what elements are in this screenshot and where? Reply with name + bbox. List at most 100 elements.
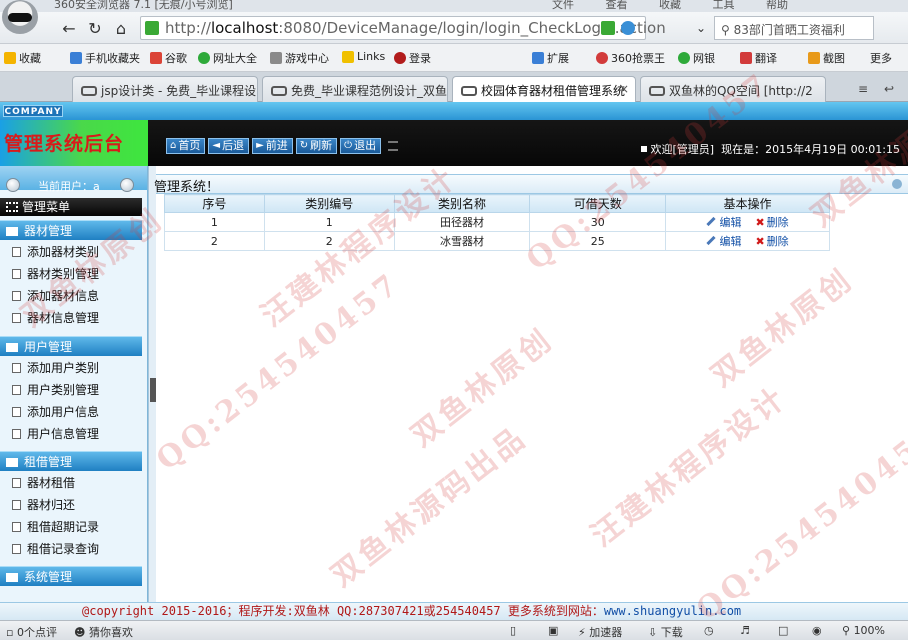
group-equipment[interactable]: 器材管理 [0,220,142,240]
os-title-bar: 360安全浏览器 7.1 [无痕/小号浏览] 文件 查看 收藏 工具 帮助 [0,0,908,12]
document-icon [12,247,21,257]
bookmark-item[interactable]: Links [342,50,385,63]
compat-mode-icon[interactable] [621,21,635,35]
sidebar-item-equipment-category-manage[interactable]: 器材类别管理 [0,263,142,285]
footer-site-link[interactable]: www.shuangyulin.com [604,604,741,618]
gamepad-icon [270,52,282,64]
tab-menu-icon[interactable]: ≡ [858,82,868,96]
document-icon [12,478,21,488]
bookmark-item[interactable]: 网址大全 [198,50,257,66]
logout-button[interactable]: ⏻ 退出 [340,138,382,154]
bookmark-item[interactable]: 手机收藏夹 [70,50,140,66]
window-icon[interactable]: □ [778,624,788,637]
cell-code: 1 [263,212,395,232]
browser-tab[interactable]: 免费_毕业课程范例设计_双鱼 [262,76,448,102]
address-url[interactable]: http://localhost:8080/DeviceManage/login… [165,19,666,37]
back-arrow-icon[interactable]: ← [58,17,80,39]
zoom-level[interactable]: ⚲ 100% [842,624,885,637]
sidebar-item-user-category-manage[interactable]: 用户类别管理 [0,379,142,401]
delete-x-icon: ✖ [755,216,765,229]
sidebar-item-overdue-records[interactable]: 租借超期记录 [0,516,142,538]
bookmark-item[interactable]: 网银 [678,50,715,66]
document-icon [12,313,21,323]
browser-status-bar: ▫ 0个点评 ☻ 猜你喜欢 ▯ ▣ ⚡ 加速器 ⇩ 下载 ◷ ♬ □ ◉ ⚲ 1… [0,620,908,640]
browser-menu: 文件 查看 收藏 工具 帮助 [552,0,788,11]
group-system[interactable]: 系统管理 [0,566,142,586]
guess-you-like[interactable]: ☻ 猜你喜欢 [74,624,133,640]
cell-name: 田径器材 [393,212,531,232]
refresh-icon: ↻ [299,140,309,151]
mobile-icon[interactable]: ▣ [548,624,558,637]
group-users[interactable]: 用户管理 [0,336,142,356]
google-icon [150,52,162,64]
sidebar-splitter[interactable] [148,166,156,602]
bookmark-item[interactable]: 更多 [870,50,892,66]
browser-tab[interactable]: jsp设计类 - 免费_毕业课程设 [72,76,258,102]
sound-icon[interactable]: ♬ [740,624,750,637]
page-icon [649,86,665,96]
translate-icon [740,52,752,64]
bookmark-item[interactable]: 谷歌 [150,50,187,66]
document-icon [12,385,21,395]
right-arrow-icon: ► [256,140,264,151]
group-icon [6,573,18,582]
home-button[interactable]: ⌂ 首页 [166,138,206,154]
bookmark-item[interactable]: 翻译 [740,50,777,66]
logo-area: 管理系统后台 [0,120,148,166]
edit-link[interactable]: 编辑 [719,216,741,229]
breadcrumb: 管理系统！ [154,174,908,195]
refresh-icon[interactable]: ↻ [84,17,106,39]
pencil-icon [706,235,717,246]
bookmark-item[interactable]: 登录 [394,50,431,66]
group-icon [6,458,18,467]
power-icon: ⏻ [344,140,353,151]
forward-button[interactable]: ► 前进 [252,138,293,154]
home-icon[interactable]: ⌂ [110,17,132,39]
browser-tab[interactable]: 双鱼林的QQ空间 [http://2 [640,76,826,102]
document-icon [12,522,21,532]
qr-icon[interactable] [601,21,615,35]
table-row: 1 1 田径器材 30 编辑 ✖ 删除 [164,212,830,232]
sidebar-item-equipment-manage[interactable]: 器材信息管理 [0,307,142,329]
scroll-up-icon[interactable] [892,179,902,189]
close-tab-icon[interactable]: × [619,82,629,96]
sidebar-item-add-user-category[interactable]: 添加用户类别 [0,357,142,379]
sidebar-item-return-equipment[interactable]: 器材归还 [0,494,142,516]
delete-link[interactable]: 删除 [767,216,789,229]
bookmark-item[interactable]: 360抢票王 [596,50,665,66]
col-code: 类别编号 [263,194,395,213]
bookmark-item[interactable]: 截图 [808,50,845,66]
sidebar-item-add-equipment-category[interactable]: 添加器材类别 [0,241,142,263]
delete-link[interactable]: 删除 [767,235,789,248]
bookmark-item[interactable]: 游戏中心 [270,50,329,66]
phone-icon[interactable]: ▯ [510,624,516,637]
bookmark-item[interactable]: 收藏 [4,50,41,66]
address-bar[interactable]: http://localhost:8080/DeviceManage/login… [140,16,666,40]
clock-icon[interactable]: ◷ [704,624,714,637]
earth-icon[interactable]: ◉ [812,624,822,637]
edit-link[interactable]: 编辑 [719,235,741,248]
dropdown-chevron-icon[interactable]: ⌄ [690,17,712,39]
browser-tab-active[interactable]: 校园体育器材租借管理系统 × [452,76,636,102]
secure-shield-icon [145,21,159,35]
restore-icon[interactable]: ↩ [884,82,894,96]
refresh-button[interactable]: ↻ 刷新 [295,138,338,154]
bookmarks-bar: 收藏 手机收藏夹 谷歌 网址大全 游戏中心 Links 登录 扩展 360抢票王… [0,44,908,72]
group-rental[interactable]: 租借管理 [0,451,142,471]
cell-actions: 编辑 ✖ 删除 [665,212,830,232]
sidebar-item-rental-query[interactable]: 租借记录查询 [0,538,142,560]
accelerator[interactable]: ⚡ 加速器 [578,624,622,640]
search-box[interactable]: ⚲ 83部门首晒工资福利 [714,16,874,40]
page-icon [461,86,477,96]
download[interactable]: ⇩ 下载 [648,624,683,640]
document-icon [12,429,21,439]
page-icon [271,86,287,96]
comment-count[interactable]: ▫ 0个点评 [6,624,57,640]
sidebar-item-add-equipment[interactable]: 添加器材信息 [0,285,142,307]
knob-icon [6,178,20,192]
back-button[interactable]: ◄ 后退 [208,138,250,154]
sidebar-item-rent-equipment[interactable]: 器材租借 [0,472,142,494]
sidebar-item-user-manage[interactable]: 用户信息管理 [0,423,142,445]
sidebar-item-add-user[interactable]: 添加用户信息 [0,401,142,423]
bookmark-item[interactable]: 扩展 [532,50,569,66]
